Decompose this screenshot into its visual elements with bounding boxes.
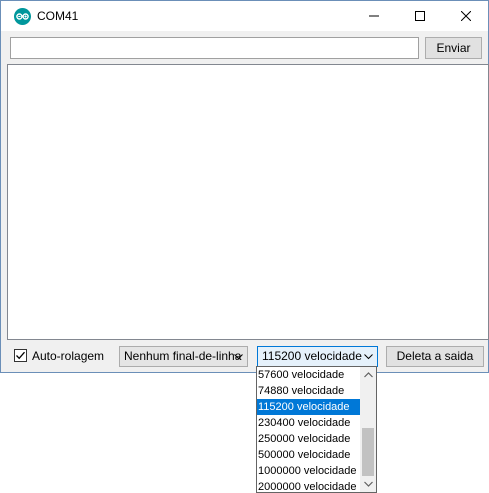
chevron-down-icon [364,354,373,360]
baud-option[interactable]: 74880 velocidade [257,383,360,399]
chevron-down-icon [363,481,373,487]
autoscroll-label[interactable]: Auto-rolagem [32,349,104,363]
close-icon [461,11,471,21]
serial-output-area[interactable] [7,64,489,340]
send-button[interactable]: Enviar [425,37,482,59]
baud-option[interactable]: 230400 velocidade [257,415,360,431]
baud-option-selected[interactable]: 115200 velocidade [257,399,360,415]
minimize-icon [369,15,379,17]
baud-option[interactable]: 250000 velocidade [257,431,360,447]
maximize-icon [415,11,425,21]
scroll-down-button[interactable] [360,476,376,492]
baud-option[interactable]: 2000000 velocidade [257,479,360,492]
chevron-up-icon [363,372,373,378]
maximize-button[interactable] [397,1,443,31]
baud-option[interactable]: 57600 velocidade [257,367,360,383]
baud-option[interactable]: 500000 velocidade [257,447,360,463]
baud-rate-options: 57600 velocidade 74880 velocidade 115200… [257,367,360,492]
line-ending-select[interactable]: Nenhum final-de-linha [119,346,248,367]
autoscroll-checkbox[interactable] [14,349,27,362]
scrollbar-thumb[interactable] [362,428,374,476]
baud-option[interactable]: 1000000 velocidade [257,463,360,479]
title-bar[interactable]: COM41 [1,1,488,31]
minimize-button[interactable] [351,1,397,31]
bottom-toolbar: Auto-rolagem Nenhum final-de-linha 11520… [1,341,488,372]
dropdown-scrollbar[interactable] [360,367,376,492]
baud-rate-dropdown-list[interactable]: 57600 velocidade 74880 velocidade 115200… [256,366,377,493]
checkmark-icon [16,351,25,360]
clear-output-button[interactable]: Deleta a saida [386,346,484,367]
send-toolbar: Enviar [1,31,488,64]
window-title: COM41 [37,9,79,23]
line-ending-value: Nenhum final-de-linha [124,349,242,363]
arduino-icon [14,8,31,25]
send-input[interactable] [10,37,419,59]
scroll-up-button[interactable] [360,367,376,383]
serial-monitor-window: COM41 Enviar Auto-rolagem Nenhum final-d… [0,0,489,373]
baud-rate-value: 115200 velocidade [262,349,362,363]
close-button[interactable] [443,1,489,31]
chevron-down-icon [234,354,243,360]
baud-rate-select[interactable]: 115200 velocidade [257,346,378,367]
